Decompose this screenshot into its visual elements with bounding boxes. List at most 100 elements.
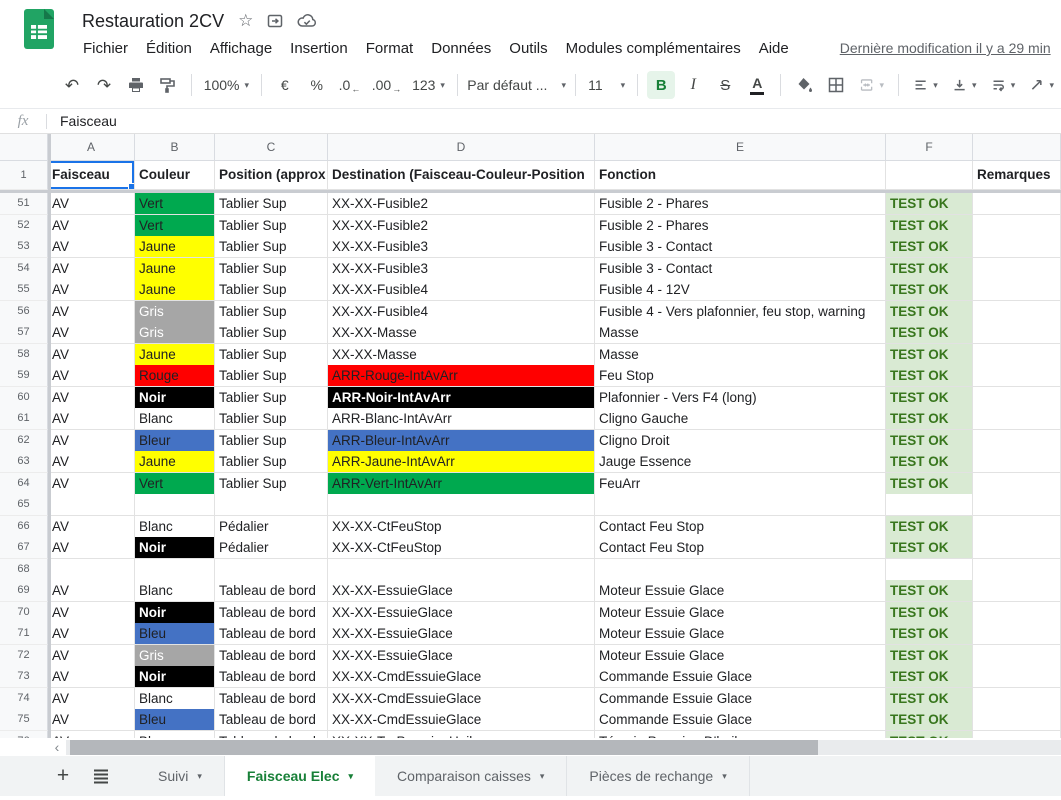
menu-format[interactable]: Format xyxy=(357,38,423,59)
cell-D73[interactable]: XX-XX-CmdEssuieGlace xyxy=(328,666,595,688)
selection-fill-handle[interactable] xyxy=(128,183,135,190)
menu-edition[interactable]: Édition xyxy=(137,38,201,59)
horizontal-align-icon[interactable]: ▾ xyxy=(908,71,943,99)
cell-A51[interactable]: AV xyxy=(48,193,135,215)
cell-A68[interactable] xyxy=(48,559,135,581)
cell-G59[interactable] xyxy=(973,365,1061,387)
cell-A64[interactable]: AV xyxy=(48,473,135,495)
cell-E53[interactable]: Fusible 3 - Contact xyxy=(595,236,886,258)
cell-D72[interactable]: XX-XX-EssuieGlace xyxy=(328,645,595,667)
cell-D53[interactable]: XX-XX-Fusible3 xyxy=(328,236,595,258)
row-header-54[interactable]: 54 xyxy=(0,258,48,280)
cell-B60[interactable]: Noir xyxy=(135,387,215,409)
row-header-68[interactable]: 68 xyxy=(0,559,48,581)
cell-C55[interactable]: Tablier Sup xyxy=(215,279,328,301)
cell-B75[interactable]: Bleu xyxy=(135,709,215,731)
cell-B63[interactable]: Jaune xyxy=(135,451,215,473)
cell-A70[interactable]: AV xyxy=(48,602,135,624)
cell-B58[interactable]: Jaune xyxy=(135,344,215,366)
cell-A1-selected[interactable]: Faisceau xyxy=(48,161,135,190)
cell-G66[interactable] xyxy=(973,516,1061,538)
cell-B71[interactable]: Bleu xyxy=(135,623,215,645)
cell-C76[interactable]: Tableau de bord xyxy=(215,731,328,739)
cell-E60[interactable]: Plafonnier - Vers F4 (long) xyxy=(595,387,886,409)
cell-B68[interactable] xyxy=(135,559,215,581)
more-formats-button[interactable]: 123▾ xyxy=(409,71,449,99)
cell-E54[interactable]: Fusible 3 - Contact xyxy=(595,258,886,280)
scroll-left-icon[interactable]: ‹ xyxy=(48,738,66,756)
cell-E57[interactable]: Masse xyxy=(595,322,886,344)
cell-C59[interactable]: Tablier Sup xyxy=(215,365,328,387)
italic-button[interactable]: I xyxy=(679,71,707,99)
row-header-55[interactable]: 55 xyxy=(0,279,48,301)
all-sheets-icon[interactable] xyxy=(82,756,120,796)
cell-A59[interactable]: AV xyxy=(48,365,135,387)
vertical-align-icon[interactable]: ▾ xyxy=(947,71,982,99)
cell-B52[interactable]: Vert xyxy=(135,215,215,237)
cell-G63[interactable] xyxy=(973,451,1061,473)
text-wrap-icon[interactable]: ▾ xyxy=(986,71,1021,99)
cell-G51[interactable] xyxy=(973,193,1061,215)
cell-C52[interactable]: Tablier Sup xyxy=(215,215,328,237)
cell-G60[interactable] xyxy=(973,387,1061,409)
borders-icon[interactable] xyxy=(822,71,850,99)
cell-F73[interactable]: TEST OK xyxy=(886,666,973,688)
row-header-62[interactable]: 62 xyxy=(0,430,48,452)
cell-D66[interactable]: XX-XX-CtFeuStop xyxy=(328,516,595,538)
row-header-65[interactable]: 65 xyxy=(0,494,48,516)
cell-D56[interactable]: XX-XX-Fusible4 xyxy=(328,301,595,323)
cell-E56[interactable]: Fusible 4 - Vers plafonnier, feu stop, w… xyxy=(595,301,886,323)
cell-F61[interactable]: TEST OK xyxy=(886,408,973,430)
cell-C66[interactable]: Pédalier xyxy=(215,516,328,538)
cell-G68[interactable] xyxy=(973,559,1061,581)
cell-A62[interactable]: AV xyxy=(48,430,135,452)
row-header-67[interactable]: 67 xyxy=(0,537,48,559)
cell-A76[interactable]: AV xyxy=(48,731,135,739)
cell-E70[interactable]: Moteur Essuie Glace xyxy=(595,602,886,624)
cell-G61[interactable] xyxy=(973,408,1061,430)
cell-A56[interactable]: AV xyxy=(48,301,135,323)
cell-B56[interactable]: Gris xyxy=(135,301,215,323)
column-header-f[interactable]: F xyxy=(886,134,973,161)
cell-F69[interactable]: TEST OK xyxy=(886,580,973,602)
sheets-logo-icon[interactable] xyxy=(24,9,54,54)
cell-B59[interactable]: Rouge xyxy=(135,365,215,387)
cell-A53[interactable]: AV xyxy=(48,236,135,258)
menu-outils[interactable]: Outils xyxy=(500,38,556,59)
cell-C65[interactable] xyxy=(215,494,328,516)
cell-A55[interactable]: AV xyxy=(48,279,135,301)
row-header-66[interactable]: 66 xyxy=(0,516,48,538)
print-icon[interactable] xyxy=(122,71,150,99)
row-header-57[interactable]: 57 xyxy=(0,322,48,344)
row-header-70[interactable]: 70 xyxy=(0,602,48,624)
row-header-56[interactable]: 56 xyxy=(0,301,48,323)
cell-C67[interactable]: Pédalier xyxy=(215,537,328,559)
cell-G75[interactable] xyxy=(973,709,1061,731)
cell-B1[interactable]: Couleur xyxy=(135,161,215,190)
cell-A75[interactable]: AV xyxy=(48,709,135,731)
column-header-a[interactable]: A xyxy=(48,134,135,161)
cell-B62[interactable]: Bleur xyxy=(135,430,215,452)
add-sheet-button[interactable]: + xyxy=(44,756,82,796)
cell-G65[interactable] xyxy=(973,494,1061,516)
row-header-58[interactable]: 58 xyxy=(0,344,48,366)
cell-G69[interactable] xyxy=(973,580,1061,602)
tab-comparaison-caisses[interactable]: Comparaison caisses▾ xyxy=(375,756,567,796)
cell-F66[interactable]: TEST OK xyxy=(886,516,973,538)
menu-affichage[interactable]: Affichage xyxy=(201,38,281,59)
cell-F53[interactable]: TEST OK xyxy=(886,236,973,258)
cell-A71[interactable]: AV xyxy=(48,623,135,645)
menu-insertion[interactable]: Insertion xyxy=(281,38,357,59)
tab-pieces-de-rechange[interactable]: Pièces de rechange▾ xyxy=(567,756,749,796)
cell-D65[interactable] xyxy=(328,494,595,516)
cell-C62[interactable]: Tablier Sup xyxy=(215,430,328,452)
row-header-60[interactable]: 60 xyxy=(0,387,48,409)
cell-E64[interactable]: FeuArr xyxy=(595,473,886,495)
move-to-folder-icon[interactable] xyxy=(266,12,284,30)
cell-D74[interactable]: XX-XX-CmdEssuieGlace xyxy=(328,688,595,710)
cell-C61[interactable]: Tablier Sup xyxy=(215,408,328,430)
fill-color-icon[interactable] xyxy=(790,71,818,99)
cell-A74[interactable]: AV xyxy=(48,688,135,710)
menu-fichier[interactable]: Fichier xyxy=(74,38,137,59)
cell-B72[interactable]: Gris xyxy=(135,645,215,667)
